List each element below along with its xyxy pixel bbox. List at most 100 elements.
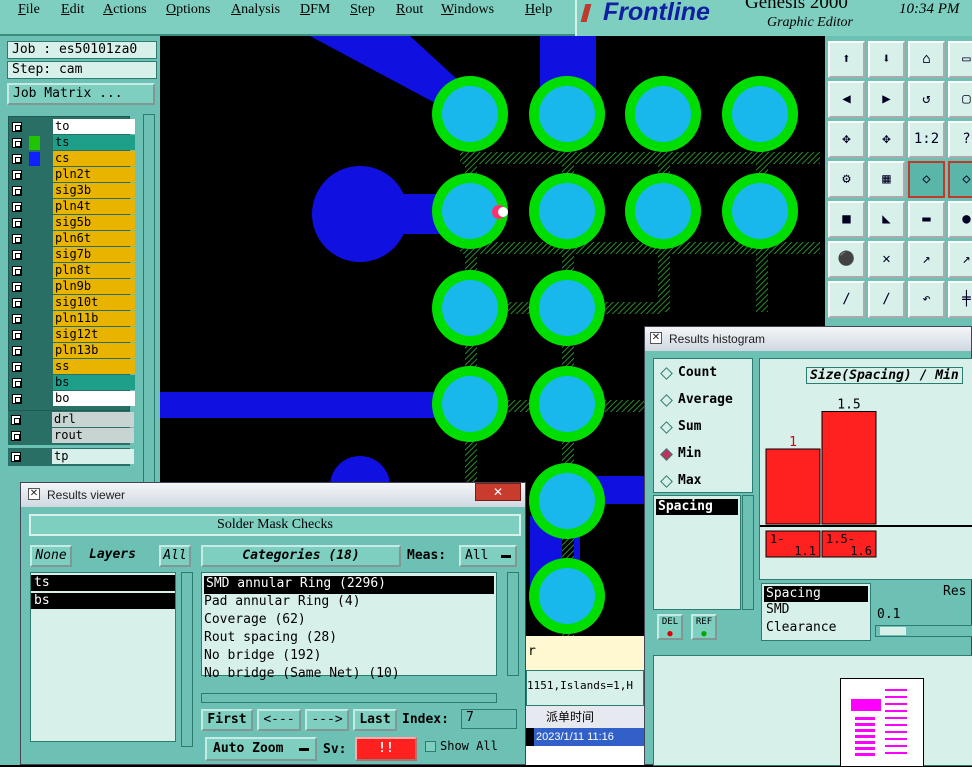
categories-hscrollbar[interactable] bbox=[201, 693, 497, 703]
layer-row[interactable]: ss bbox=[9, 359, 135, 375]
menu-dfm[interactable]: DFM bbox=[300, 2, 330, 18]
tool-button[interactable]: ✥ bbox=[868, 121, 905, 158]
layer-name[interactable]: pln11b bbox=[53, 311, 135, 326]
list-item[interactable]: ts bbox=[31, 575, 175, 591]
layer-row[interactable]: cs bbox=[9, 151, 135, 167]
layer-row[interactable]: pln8t bbox=[9, 263, 135, 279]
layer-name[interactable]: sig5b bbox=[53, 215, 135, 230]
radio-diamond-icon[interactable] bbox=[660, 448, 673, 461]
all-button[interactable]: All bbox=[159, 545, 191, 567]
ref-button[interactable]: REF ● bbox=[691, 614, 717, 640]
layer-row[interactable]: sig12t bbox=[9, 327, 135, 343]
tool-button[interactable]: ▬ bbox=[908, 201, 945, 238]
radio-diamond-icon[interactable] bbox=[660, 421, 673, 434]
tool-button[interactable]: ↺ bbox=[908, 81, 945, 118]
layer-checkbox[interactable] bbox=[12, 202, 22, 212]
menu-analysis[interactable]: Analysis bbox=[231, 2, 280, 18]
category-item[interactable]: Pad annular Ring (4) bbox=[202, 594, 496, 612]
tool-button[interactable]: ▢ bbox=[948, 81, 972, 118]
menu-windows[interactable]: Windows bbox=[441, 2, 494, 18]
layer-row[interactable]: pln4t bbox=[9, 199, 135, 215]
tool-button[interactable]: ● bbox=[948, 201, 972, 238]
category-item[interactable]: No bridge (Same Net) (10) bbox=[202, 666, 496, 684]
layer-row[interactable]: bs bbox=[9, 375, 135, 391]
category-item[interactable]: Coverage (62) bbox=[202, 612, 496, 630]
tool-button[interactable]: ▭ bbox=[948, 41, 972, 78]
radio-diamond-icon[interactable] bbox=[660, 367, 673, 380]
date-cell[interactable]: 2023/1/11 11:16 bbox=[534, 728, 644, 746]
layer-checkbox[interactable] bbox=[12, 218, 22, 228]
layer-color-swatch[interactable] bbox=[29, 152, 40, 166]
layers-scrollbar[interactable] bbox=[181, 572, 193, 747]
layer-checkbox[interactable] bbox=[11, 431, 21, 441]
layer-name[interactable]: tp bbox=[52, 449, 134, 464]
layer-checkbox[interactable] bbox=[12, 170, 22, 180]
job-matrix-button[interactable]: Job Matrix ... bbox=[7, 83, 155, 105]
layer-name[interactable]: pln4t bbox=[53, 199, 135, 214]
tool-button[interactable]: ■ bbox=[828, 201, 865, 238]
auto-zoom-dropdown[interactable]: Auto Zoom bbox=[205, 737, 317, 761]
layer-name[interactable]: pln2t bbox=[53, 167, 135, 182]
layer-name[interactable]: cs bbox=[53, 151, 135, 166]
layer-checkbox[interactable] bbox=[12, 362, 22, 372]
tool-button[interactable]: ◀ bbox=[828, 81, 865, 118]
prev-button[interactable]: <--- bbox=[257, 709, 301, 731]
layer-name[interactable]: rout bbox=[52, 428, 134, 443]
layer-name[interactable]: sig10t bbox=[53, 295, 135, 310]
layer-name[interactable]: pln9b bbox=[53, 279, 135, 294]
stat-scrollbar[interactable] bbox=[742, 495, 754, 610]
first-button[interactable]: First bbox=[201, 709, 253, 731]
layer-checkbox[interactable] bbox=[12, 378, 22, 388]
tool-button[interactable]: ◇ bbox=[948, 161, 972, 198]
show-all-checkbox[interactable] bbox=[425, 741, 436, 752]
layer-checkbox[interactable] bbox=[11, 452, 21, 462]
layer-name[interactable]: pln13b bbox=[53, 343, 135, 358]
layer-checkbox[interactable] bbox=[11, 415, 21, 425]
layer-name[interactable]: pln6t bbox=[53, 231, 135, 246]
layer-row[interactable]: drl bbox=[8, 412, 134, 428]
list-item[interactable]: Spacing bbox=[764, 586, 868, 602]
layer-checkbox[interactable] bbox=[12, 122, 22, 132]
layer-checkbox[interactable] bbox=[12, 346, 22, 356]
tool-button[interactable]: ✕ bbox=[868, 241, 905, 278]
menu-step[interactable]: Step bbox=[350, 2, 375, 18]
layer-color-swatch[interactable] bbox=[29, 136, 40, 150]
tool-button[interactable]: ∕ bbox=[828, 281, 865, 318]
layer-name[interactable]: bs bbox=[53, 375, 135, 390]
resolution-slider[interactable] bbox=[875, 625, 972, 637]
layer-checkbox[interactable] bbox=[12, 266, 22, 276]
layer-checkbox[interactable] bbox=[12, 154, 22, 164]
layer-row[interactable]: sig3b bbox=[9, 183, 135, 199]
layer-row[interactable]: rout bbox=[8, 428, 134, 444]
tool-button[interactable]: ◇ bbox=[908, 161, 945, 198]
tool-button[interactable]: ∕ bbox=[868, 281, 905, 318]
layer-name[interactable]: sig3b bbox=[53, 183, 135, 198]
layer-name[interactable]: to bbox=[53, 119, 135, 134]
tool-button[interactable]: ✥ bbox=[828, 121, 865, 158]
tool-button[interactable]: ▦ bbox=[868, 161, 905, 198]
last-button[interactable]: Last bbox=[353, 709, 397, 731]
layer-name[interactable]: sig7b bbox=[53, 247, 135, 262]
layer-name[interactable]: ts bbox=[53, 135, 135, 150]
layer-checkbox[interactable] bbox=[12, 234, 22, 244]
layer-row[interactable]: bo bbox=[9, 391, 135, 407]
radio-diamond-icon[interactable] bbox=[660, 475, 673, 488]
list-item[interactable]: bs bbox=[31, 593, 175, 609]
tool-button[interactable]: ↗ bbox=[948, 241, 972, 278]
layer-row[interactable]: to bbox=[9, 119, 135, 135]
layer-scrollbar[interactable] bbox=[143, 114, 155, 534]
tool-button[interactable]: ⚙ bbox=[828, 161, 865, 198]
tool-button[interactable]: ⌂ bbox=[908, 41, 945, 78]
layer-row[interactable]: ts bbox=[9, 135, 135, 151]
tool-button[interactable]: ▶ bbox=[868, 81, 905, 118]
tool-button[interactable]: 1:2 bbox=[908, 121, 945, 158]
layer-checkbox[interactable] bbox=[12, 186, 22, 196]
layer-checkbox[interactable] bbox=[12, 394, 22, 404]
menu-file[interactable]: File bbox=[18, 2, 40, 18]
slider-handle[interactable] bbox=[880, 627, 906, 635]
menu-options[interactable]: Options bbox=[166, 2, 210, 18]
menu-actions[interactable]: Actions bbox=[103, 2, 147, 18]
severity-dropdown[interactable]: !! bbox=[355, 737, 417, 761]
del-button[interactable]: DEL ● bbox=[657, 614, 683, 640]
layer-row[interactable]: pln9b bbox=[9, 279, 135, 295]
